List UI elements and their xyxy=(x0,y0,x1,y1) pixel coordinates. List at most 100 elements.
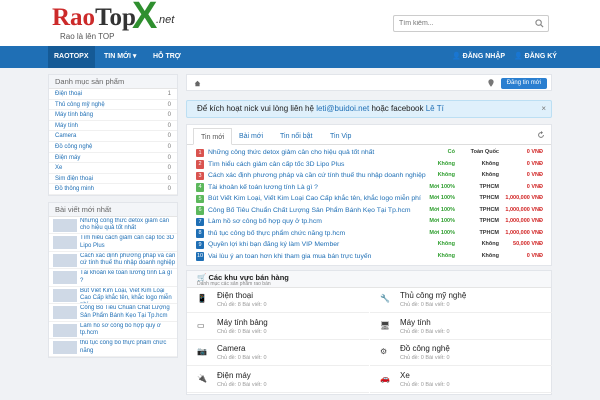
listing-row[interactable]: 8 thủ tục công bố thực phẩm chức năng tp.… xyxy=(187,228,551,240)
sales-area-name[interactable]: Điện máy xyxy=(217,371,251,380)
camera-icon: 📷 xyxy=(197,347,207,356)
listing-row[interactable]: 4 Tài khoản kế toán lương tính Là gì ? Mới… xyxy=(187,182,551,194)
post-thumbnail[interactable] xyxy=(53,306,77,320)
new-post-title[interactable]: Cách xác định phương pháp và cần cứ tính… xyxy=(80,253,176,268)
sales-area-item[interactable]: 📱 Điện thoại Chủ đề: 8 Bài viết: 0 xyxy=(187,288,369,313)
listing-row[interactable]: 9 Quyền lợi khi bạn đăng ký làm VIP Membe… xyxy=(187,239,551,251)
listing-row[interactable]: 5 Bút Viết Kim Loại, Viết Kim Loại Cao Cấ… xyxy=(187,193,551,205)
new-post-item[interactable]: Cách xác định phương pháp và cần cứ tính… xyxy=(49,252,177,270)
new-post-item[interactable]: Tìm hiểu cách giảm cân cấp tốc 3D Lipo P… xyxy=(49,234,177,252)
new-post-title[interactable]: Công Bố Tiêu Chuẩn Chất Lượng Sản Phẩm B… xyxy=(80,305,176,320)
sales-area-item[interactable]: 🔧 Thủ công mỹ nghệ Chủ đề: 0 Bài viết: 0 xyxy=(370,288,552,313)
login-link[interactable]: 👤 ĐĂNG NHẬP xyxy=(452,46,505,68)
post-thumbnail[interactable] xyxy=(53,253,77,267)
sales-area-name[interactable]: Máy tính bảng xyxy=(217,318,268,327)
sales-area-name[interactable]: Xe xyxy=(400,371,410,380)
post-thumbnail[interactable] xyxy=(53,236,77,250)
post-thumbnail[interactable] xyxy=(53,288,77,302)
new-post-item[interactable]: Bút Viết Kim Loại, Viết Kim Loại Cao Cấp… xyxy=(49,287,177,305)
category-item[interactable]: Thủ công mỹ nghệ 0 xyxy=(49,100,177,111)
category-item[interactable]: Xe 0 xyxy=(49,163,177,174)
sales-area-item[interactable]: ▭ Máy tính bảng Chủ đề: 0 Bài viết: 0 xyxy=(187,315,369,340)
home-icon[interactable] xyxy=(194,80,201,87)
tab-tin-vip[interactable]: Tin Vip xyxy=(323,128,358,145)
category-item[interactable]: Máy tính 0 xyxy=(49,121,177,132)
listing-title[interactable]: Bút Viết Kim Loại, Viết Kim Loại Cao Cấp… xyxy=(208,193,433,205)
sales-area-name[interactable]: Máy tính xyxy=(400,318,431,327)
listing-row[interactable]: 3 Cách xác định phương pháp và cần cứ tín… xyxy=(187,170,551,182)
listing-title[interactable]: Tìm hiểu cách giảm cân cấp tốc 3D Lipo P… xyxy=(208,159,433,171)
new-post-title[interactable]: Những công thức detox giảm cân cho hiệu … xyxy=(80,218,176,233)
listing-title[interactable]: Cách xác định phương pháp và cần cứ tính… xyxy=(208,170,433,182)
category-count: 0 xyxy=(167,101,171,108)
sales-area-item[interactable]: 🚗 Xe Chủ đề: 0 Bài viết: 0 xyxy=(370,368,552,393)
new-post-item[interactable]: Những công thức detox giảm cân cho hiệu … xyxy=(49,217,177,235)
listing-row[interactable]: 6 Công Bố Tiêu Chuẩn Chất Lượng Sản Phẩm … xyxy=(187,205,551,217)
post-new-button[interactable]: Đăng tin mới xyxy=(500,78,547,89)
new-post-item[interactable]: Làm hồ sơ công bố hợp quy ở tp.hcm xyxy=(49,322,177,340)
refresh-icon[interactable] xyxy=(537,131,545,139)
close-icon[interactable]: × xyxy=(541,101,546,117)
post-thumbnail[interactable] xyxy=(53,323,77,337)
listing-title[interactable]: Những công thức detox giảm cân cho hiệu … xyxy=(208,147,433,159)
category-item[interactable]: Sim điện thoại 0 xyxy=(49,174,177,185)
search-icon[interactable] xyxy=(535,19,544,28)
tab-bai-moi[interactable]: Bài mới xyxy=(232,128,270,145)
category-name: Điện thoại xyxy=(55,91,83,97)
new-posts-list: Những công thức detox giảm cân cho hiệu … xyxy=(49,217,177,357)
new-post-item[interactable]: Công Bố Tiêu Chuẩn Chất Lượng Sản Phẩm B… xyxy=(49,304,177,322)
nav-item-raotopx[interactable]: RAOTOPX xyxy=(48,46,95,68)
new-post-item[interactable]: Tài khoản kế toán lương tính Là gì ? xyxy=(49,269,177,287)
listing-title[interactable]: Vai lùu ý an toan hơn khi tham gia mua b… xyxy=(208,251,433,263)
category-item[interactable]: Camera 0 xyxy=(49,131,177,142)
logo-part-top: Top xyxy=(95,4,136,31)
new-post-title[interactable]: Tìm hiểu cách giảm cân cấp tốc 3D Lipo P… xyxy=(80,235,176,250)
sales-area-item[interactable]: ⚙ Đồ công nghệ Chủ đề: 0 Bài viết: 0 xyxy=(370,341,552,366)
register-link[interactable]: 👤 ĐĂNG KÝ xyxy=(514,46,557,68)
listing-row[interactable]: 10 Vai lùu ý an toan hơn khi tham gia mua… xyxy=(187,251,551,263)
notice-email-link[interactable]: leti@buidoi.net xyxy=(316,104,369,113)
listing-row[interactable]: 1 Những công thức detox giảm cân cho hiệu… xyxy=(187,147,551,159)
category-item[interactable]: Đồ thông minh 0 xyxy=(49,184,177,195)
post-thumbnail[interactable] xyxy=(53,218,77,232)
new-post-title[interactable]: Bút Viết Kim Loại, Viết Kim Loại Cao Cấp… xyxy=(80,288,176,303)
new-post-title[interactable]: Tài khoản kế toán lương tính Là gì ? xyxy=(80,270,176,285)
listing-location: TPHCM xyxy=(479,206,499,213)
category-item[interactable]: Điện thoại 1 xyxy=(49,89,177,100)
post-thumbnail[interactable] xyxy=(53,341,77,355)
tab-tin-moi[interactable]: Tin mới xyxy=(193,128,233,145)
category-count: 0 xyxy=(167,154,171,161)
site-logo[interactable]: RaoTop X .net Rao là lên TOP xyxy=(52,0,182,45)
notice-facebook-link[interactable]: Lê Tí xyxy=(426,104,444,113)
listing-row[interactable]: 7 Làm hồ sơ công bố hợp quy ở tp.hcm Mới 1… xyxy=(187,216,551,228)
listing-title[interactable]: Tài khoản kế toán lương tính Là gì ? xyxy=(208,182,433,194)
category-item[interactable]: Máy tính bảng 0 xyxy=(49,110,177,121)
sales-area-item[interactable]: 🖥 Máy tính Chủ đề: 0 Bài viết: 0 xyxy=(370,315,552,340)
category-count: 0 xyxy=(167,122,171,129)
sales-area-name[interactable]: Điện thoại xyxy=(217,291,253,300)
listing-condition: Không xyxy=(437,241,455,247)
sales-area-stats: Chủ đề: 0 Bài viết: 0 xyxy=(400,302,450,308)
sales-area-name[interactable]: Đồ công nghệ xyxy=(400,344,450,353)
listing-title[interactable]: Công Bố Tiêu Chuẩn Chất Lượng Sản Phẩm B… xyxy=(208,205,433,217)
category-item[interactable]: Điện máy 0 xyxy=(49,153,177,164)
notice-mid-text: hoặc facebook xyxy=(369,104,426,113)
new-post-item[interactable]: thủ tục công bố thực phẩm chức năng xyxy=(49,339,177,357)
listing-rank-badge: 5 xyxy=(196,194,204,203)
new-post-title[interactable]: Làm hồ sơ công bố hợp quy ở tp.hcm xyxy=(80,323,176,338)
listing-title[interactable]: Quyền lợi khi bạn đăng ký làm VIP Member xyxy=(208,239,433,251)
listing-title[interactable]: thủ tục công bố thực phẩm chức năng tp.h… xyxy=(208,228,433,240)
sales-area-name[interactable]: Thủ công mỹ nghệ xyxy=(400,291,466,300)
search-input[interactable] xyxy=(394,16,532,31)
sales-area-name[interactable]: Camera xyxy=(217,344,245,353)
post-thumbnail[interactable] xyxy=(53,271,77,285)
category-item[interactable]: Đồ công nghệ 0 xyxy=(49,142,177,153)
nav-item-ho-tro[interactable]: HỖ TRỢ xyxy=(147,46,187,68)
listing-row[interactable]: 2 Tìm hiểu cách giảm cân cấp tốc 3D Lipo … xyxy=(187,159,551,171)
new-post-title[interactable]: thủ tục công bố thực phẩm chức năng xyxy=(80,340,176,355)
nav-item-tin-moi[interactable]: TIN MỚI ▾ xyxy=(98,46,142,68)
sales-area-item[interactable]: 📷 Camera Chủ đề: 0 Bài viết: 0 xyxy=(187,341,369,366)
tab-tin-noi-bat[interactable]: Tin nổi bật xyxy=(273,128,319,145)
listing-title[interactable]: Làm hồ sơ công bố hợp quy ở tp.hcm xyxy=(208,216,433,228)
sales-area-item[interactable]: 🔌 Điện máy Chủ đề: 0 Bài viết: 0 xyxy=(187,368,369,393)
